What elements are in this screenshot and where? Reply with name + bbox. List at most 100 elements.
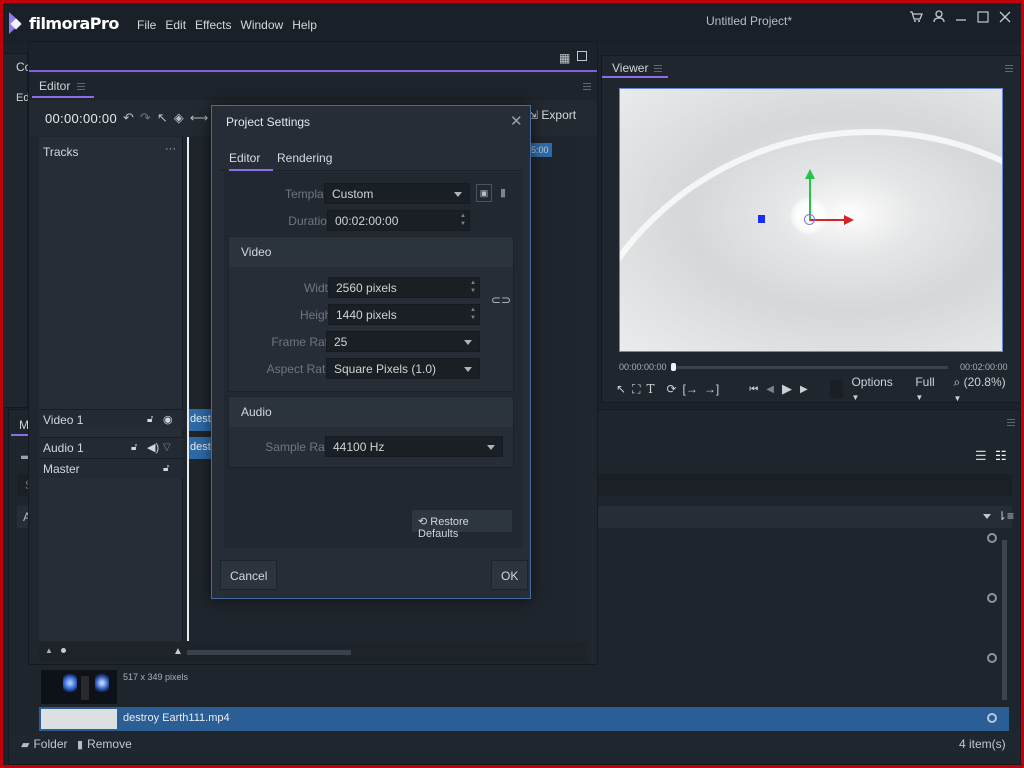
viewer-tab[interactable]: Viewer xyxy=(612,61,648,75)
aspect-ratio-select[interactable]: Square Pixels (1.0) xyxy=(326,358,480,379)
waveform-icon[interactable]: ▽ xyxy=(163,442,171,453)
sample-rate-select[interactable]: 44100 Hz xyxy=(325,436,503,457)
spinner-icon[interactable]: ▲ ▼ xyxy=(470,306,476,322)
delete-template-icon[interactable]: ▮ xyxy=(500,186,506,199)
media-scrollbar[interactable] xyxy=(1002,540,1007,700)
selected-media-row[interactable]: destroy Earth111.mp4 xyxy=(39,707,1009,731)
gizmo-x-arrow-icon[interactable] xyxy=(844,215,854,225)
height-input[interactable]: 1440 pixels ▲ ▼ xyxy=(328,304,480,325)
viewer-menu-icon[interactable] xyxy=(1005,65,1013,72)
spinner-icon[interactable]: ▲ ▼ xyxy=(460,212,466,228)
audio-clip[interactable]: dest xyxy=(187,437,211,459)
editor-timecode[interactable]: 00:00:00:00 xyxy=(45,111,117,126)
quality-dropdown[interactable]: Full ▼ xyxy=(915,375,945,403)
select-icon[interactable]: ↖ xyxy=(157,110,168,126)
export-button[interactable]: ⇲ Export xyxy=(528,108,576,122)
item-settings-icon[interactable] xyxy=(987,533,997,543)
new-folder-button[interactable]: ▰ Folder xyxy=(21,737,67,751)
track-video-1[interactable]: Video 1 🔓︎ ◉ xyxy=(39,409,183,429)
caret-down-icon xyxy=(487,445,495,450)
go-to-start-icon[interactable]: ⏮ xyxy=(749,384,758,395)
select-tool-icon[interactable]: ↖ xyxy=(616,382,626,396)
lock-icon[interactable]: 🔓︎ xyxy=(147,414,153,425)
video-clip[interactable]: dest xyxy=(187,409,211,431)
minimize-icon[interactable] xyxy=(955,11,967,26)
tracks-menu-icon[interactable]: ··· xyxy=(165,143,176,155)
item-settings-icon[interactable] xyxy=(987,653,997,663)
zoom-out-icon[interactable]: ▲ xyxy=(45,646,53,655)
viewer-tab-menu-icon[interactable] xyxy=(654,65,662,72)
menu-edit[interactable]: Edit xyxy=(165,18,186,32)
razor-icon[interactable]: ◈ xyxy=(174,110,184,126)
restore-defaults-button[interactable]: ⟲ Restore Defaults xyxy=(411,509,513,540)
account-icon[interactable] xyxy=(933,10,945,26)
eye-icon[interactable]: ◉ xyxy=(163,413,173,426)
viewer-scrub-track[interactable] xyxy=(672,366,948,369)
zoom-dropdown[interactable]: ⌕ (20.8%) ▼ xyxy=(954,375,1016,404)
media-menu-icon[interactable] xyxy=(1007,419,1015,426)
maximize-icon[interactable] xyxy=(977,10,989,26)
crop-tool-icon[interactable]: ⛶ xyxy=(632,382,640,397)
zoom-slider-handle[interactable] xyxy=(61,648,66,653)
ok-button[interactable]: OK xyxy=(491,560,529,590)
menu-window[interactable]: Window xyxy=(241,18,284,32)
duration-input[interactable]: 00:02:00:00 ▲ ▼ xyxy=(327,210,470,231)
editor-tab[interactable]: Editor xyxy=(39,79,70,93)
item-settings-icon[interactable] xyxy=(987,593,997,603)
undo-icon[interactable]: ↶ xyxy=(123,110,134,126)
close-window-icon[interactable] xyxy=(999,11,1011,26)
menu-effects[interactable]: Effects xyxy=(195,18,231,32)
save-template-icon[interactable]: ▣ xyxy=(476,184,492,202)
anchor-point-handle[interactable] xyxy=(758,215,765,223)
track-master[interactable]: Master 🔓︎ xyxy=(39,458,183,478)
width-input[interactable]: 2560 pixels ▲ ▼ xyxy=(328,277,480,298)
list-view-icon[interactable]: ☰ xyxy=(975,448,987,464)
remove-button[interactable]: ▮ Remove xyxy=(77,737,132,751)
item-settings-icon[interactable] xyxy=(987,713,997,723)
spinner-icon[interactable]: ▲ ▼ xyxy=(470,279,476,295)
timeline-hscroll[interactable] xyxy=(187,650,351,655)
single-layout-icon[interactable] xyxy=(577,51,587,61)
cart-icon[interactable] xyxy=(909,10,923,26)
sort-order-icon[interactable]: ⇂≡ xyxy=(997,509,1014,523)
mark-in-icon[interactable]: [→ xyxy=(683,382,698,396)
options-dropdown[interactable]: Options ▼ xyxy=(851,375,903,403)
loop-icon[interactable]: ⟳ xyxy=(666,382,676,396)
step-forward-icon[interactable]: ▶ xyxy=(800,384,808,395)
cancel-button[interactable]: Cancel xyxy=(220,560,278,590)
editor-menu-icon[interactable] xyxy=(583,83,591,90)
tab-rendering[interactable]: Rendering xyxy=(277,151,332,165)
viewer-scrub-handle[interactable] xyxy=(671,363,676,371)
gizmo-y-arrow-icon[interactable] xyxy=(805,169,815,179)
editor-tab-menu-icon[interactable] xyxy=(77,83,85,90)
text-tool-icon[interactable]: T xyxy=(646,382,654,396)
playhead[interactable] xyxy=(187,137,189,641)
menu-file[interactable]: File xyxy=(137,18,156,32)
zoom-in-icon[interactable]: ▲ xyxy=(173,646,183,657)
gizmo-x-axis[interactable] xyxy=(810,219,846,221)
lock-icon[interactable]: 🔓︎ xyxy=(163,463,169,474)
slip-icon[interactable]: ⟷ xyxy=(190,110,209,126)
step-back-icon[interactable]: ◀ xyxy=(766,384,774,395)
clip-label: dest xyxy=(190,441,211,453)
redo-icon[interactable]: ↷ xyxy=(140,110,151,126)
app-logo-text: filmoraPro xyxy=(29,13,119,33)
viewer-canvas[interactable] xyxy=(619,88,1003,352)
track-audio-1[interactable]: Audio 1 🔓︎ ◀) ▽ xyxy=(39,437,183,457)
detail-view-icon[interactable]: ☷ xyxy=(995,448,1007,464)
tab-editor[interactable]: Editor xyxy=(229,151,260,165)
grid-layout-icon[interactable]: ▦ xyxy=(559,51,570,65)
speaker-icon[interactable]: ◀) xyxy=(147,441,159,454)
template-select[interactable]: Custom xyxy=(324,183,470,204)
lock-icon[interactable]: 🔓︎ xyxy=(131,442,137,453)
frame-rate-select[interactable]: 25 xyxy=(326,331,480,352)
menu-help[interactable]: Help xyxy=(292,18,317,32)
play-icon[interactable]: ▶ xyxy=(782,381,792,397)
media-thumbnail[interactable] xyxy=(41,670,117,704)
close-icon[interactable]: ✕ xyxy=(510,112,523,130)
mark-out-icon[interactable]: →] xyxy=(704,382,719,396)
sample-rate-row: Sample Rate: 44100 Hz xyxy=(225,436,523,458)
color-swatch[interactable] xyxy=(829,380,844,398)
sort-dropdown-icon[interactable] xyxy=(983,514,991,519)
gizmo-center-handle[interactable] xyxy=(804,214,815,225)
